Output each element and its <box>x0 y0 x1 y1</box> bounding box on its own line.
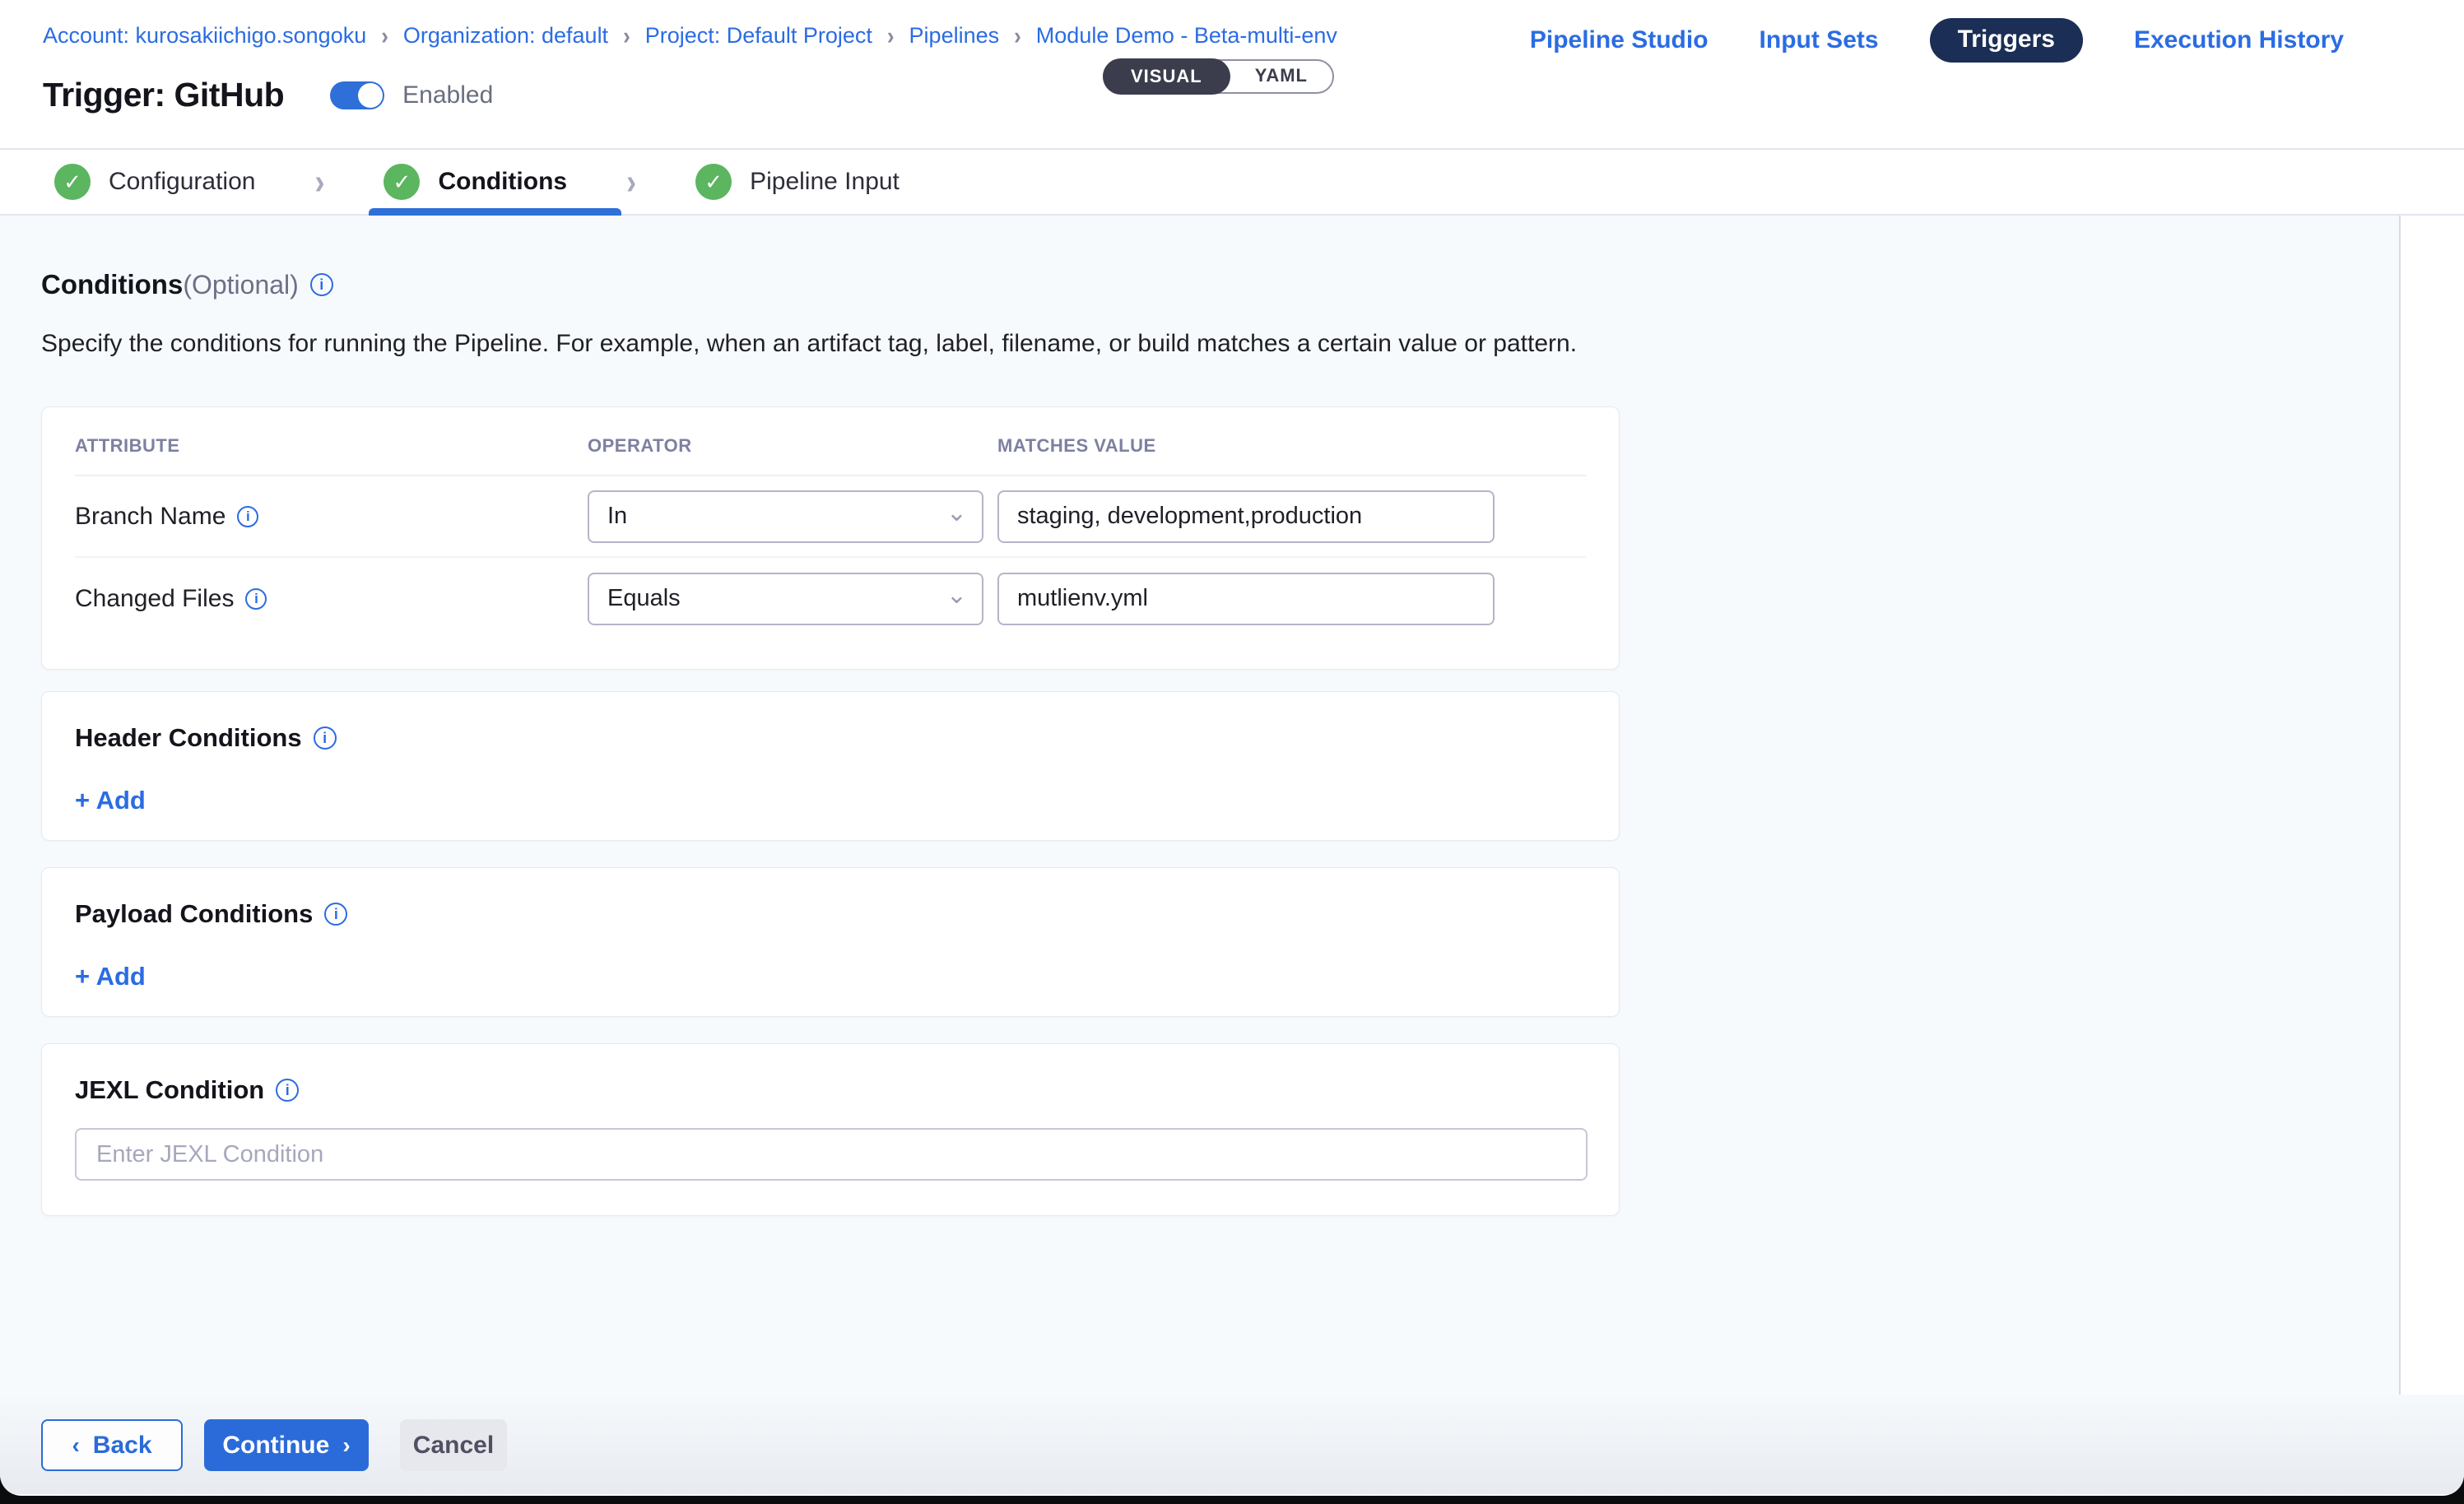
conditions-title-row: Conditions(Optional) i <box>41 267 2464 303</box>
yaml-mode-button[interactable]: YAML <box>1230 59 1332 94</box>
right-side-strip <box>2399 216 2464 1395</box>
info-icon[interactable]: i <box>245 588 267 610</box>
page-title: Trigger: GitHub <box>43 76 284 114</box>
jexl-condition-input[interactable] <box>75 1128 1588 1181</box>
breadcrumb-pipelines-link[interactable]: Pipelines <box>909 23 1000 49</box>
table-row-changed-files: Changed Files i Equals ⌄ <box>75 558 1586 639</box>
breadcrumb-separator-icon: › <box>623 21 630 51</box>
breadcrumb-pipeline-name-link[interactable]: Module Demo - Beta-multi-env <box>1036 23 1337 49</box>
check-circle-icon: ✓ <box>54 164 91 200</box>
header-conditions-heading-row: Header Conditions i <box>75 722 1586 754</box>
chevron-left-icon: ‹ <box>72 1432 79 1459</box>
jexl-condition-card: JEXL Condition i <box>41 1043 1620 1216</box>
breadcrumb: Account: kurosakiichigo.songoku › Organi… <box>43 23 1337 49</box>
breadcrumb-account-link[interactable]: Account: kurosakiichigo.songoku <box>43 23 366 49</box>
changed-files-matches-value-input[interactable] <box>997 573 1495 625</box>
enabled-toggle[interactable] <box>330 81 384 109</box>
wizard-tabbar: ✓ Configuration › ✓ Conditions › ✓ Pipel… <box>0 150 2464 216</box>
payload-conditions-card: Payload Conditions i + Add <box>41 867 1620 1017</box>
header-conditions-title: Header Conditions <box>75 723 302 753</box>
info-icon[interactable]: i <box>314 726 337 750</box>
payload-conditions-add-button[interactable]: + Add <box>75 962 146 991</box>
jexl-condition-title: JEXL Condition <box>75 1075 264 1105</box>
branch-name-operator-value: In <box>607 503 627 530</box>
chevron-right-icon: › <box>342 1432 350 1459</box>
tab-conditions[interactable]: ✓ Conditions <box>384 164 567 200</box>
back-button-label: Back <box>93 1432 152 1460</box>
header-conditions-card: Header Conditions i + Add <box>41 691 1620 841</box>
breadcrumb-separator-icon: › <box>1014 21 1021 51</box>
conditions-table-header: ATTRIBUTE OPERATOR MATCHES VALUE <box>75 435 1586 455</box>
changed-files-label: Changed Files i <box>75 585 588 613</box>
cancel-button-label: Cancel <box>413 1432 494 1460</box>
check-circle-icon: ✓ <box>695 164 732 200</box>
column-header-attribute: ATTRIBUTE <box>75 435 588 455</box>
changed-files-operator-value: Equals <box>607 585 681 612</box>
toggle-knob <box>358 83 383 108</box>
continue-button[interactable]: Continue › <box>204 1419 369 1471</box>
continue-button-label: Continue <box>222 1432 329 1460</box>
info-icon[interactable]: i <box>324 903 347 926</box>
conditions-title: Conditions <box>41 269 183 300</box>
chevron-down-icon: ⌄ <box>946 581 967 610</box>
check-circle-icon: ✓ <box>384 164 420 200</box>
info-icon[interactable]: i <box>276 1079 299 1102</box>
nav-execution-history[interactable]: Execution History <box>2134 26 2344 54</box>
branch-name-operator-select[interactable]: In ⌄ <box>588 490 983 543</box>
breadcrumb-separator-icon: › <box>381 21 388 51</box>
column-header-matches-value: MATCHES VALUE <box>997 435 1588 455</box>
nav-input-sets[interactable]: Input Sets <box>1760 26 1879 54</box>
conditions-optional-label: (Optional) <box>183 270 299 300</box>
visual-yaml-toggle: VISUAL YAML <box>1103 59 1334 94</box>
branch-name-matches-value-input[interactable] <box>997 490 1495 543</box>
tab-conditions-label: Conditions <box>438 168 567 196</box>
conditions-panel: Conditions(Optional) i Specify the condi… <box>0 216 2464 1395</box>
cancel-button[interactable]: Cancel <box>400 1419 507 1471</box>
tab-configuration-label: Configuration <box>109 168 255 196</box>
tab-configuration[interactable]: ✓ Configuration <box>54 164 255 200</box>
changed-files-text: Changed Files <box>75 585 234 613</box>
conditions-table-card: ATTRIBUTE OPERATOR MATCHES VALUE Branch … <box>41 406 1620 670</box>
tab-pipeline-input-label: Pipeline Input <box>750 168 900 196</box>
visual-mode-button[interactable]: VISUAL <box>1103 58 1230 95</box>
chevron-down-icon: ⌄ <box>946 499 967 527</box>
column-header-operator: OPERATOR <box>588 435 997 455</box>
changed-files-operator-select[interactable]: Equals ⌄ <box>588 573 983 625</box>
trigger-title-row: Trigger: GitHub Enabled <box>43 76 493 114</box>
active-tab-underline <box>369 208 621 216</box>
chevron-right-icon: › <box>314 161 324 202</box>
page-header: Account: kurosakiichigo.songoku › Organi… <box>0 0 2464 150</box>
payload-conditions-title: Payload Conditions <box>75 899 313 929</box>
nav-pipeline-studio[interactable]: Pipeline Studio <box>1530 26 1709 54</box>
branch-name-label: Branch Name i <box>75 503 588 531</box>
tab-pipeline-input[interactable]: ✓ Pipeline Input <box>695 164 900 200</box>
chevron-right-icon: › <box>626 161 636 202</box>
table-row-branch-name: Branch Name i In ⌄ <box>75 476 1586 558</box>
branch-name-text: Branch Name <box>75 503 225 531</box>
breadcrumb-organization-link[interactable]: Organization: default <box>403 23 608 49</box>
wizard-footer: ‹ Back Continue › Cancel <box>0 1395 2464 1494</box>
breadcrumb-project-link[interactable]: Project: Default Project <box>645 23 872 49</box>
pipeline-top-nav: Pipeline Studio Input Sets Triggers Exec… <box>1530 18 2344 63</box>
jexl-heading-row: JEXL Condition i <box>75 1074 1586 1107</box>
back-button[interactable]: ‹ Back <box>41 1419 183 1471</box>
conditions-description: Specify the conditions for running the P… <box>41 327 2464 360</box>
enabled-toggle-label: Enabled <box>402 81 493 109</box>
header-conditions-add-button[interactable]: + Add <box>75 786 146 815</box>
payload-conditions-heading-row: Payload Conditions i <box>75 898 1586 931</box>
info-icon[interactable]: i <box>310 273 333 296</box>
info-icon[interactable]: i <box>237 506 258 527</box>
nav-triggers-active[interactable]: Triggers <box>1930 18 2083 63</box>
app-window: Account: kurosakiichigo.songoku › Organi… <box>0 0 2464 1496</box>
breadcrumb-separator-icon: › <box>887 21 895 51</box>
